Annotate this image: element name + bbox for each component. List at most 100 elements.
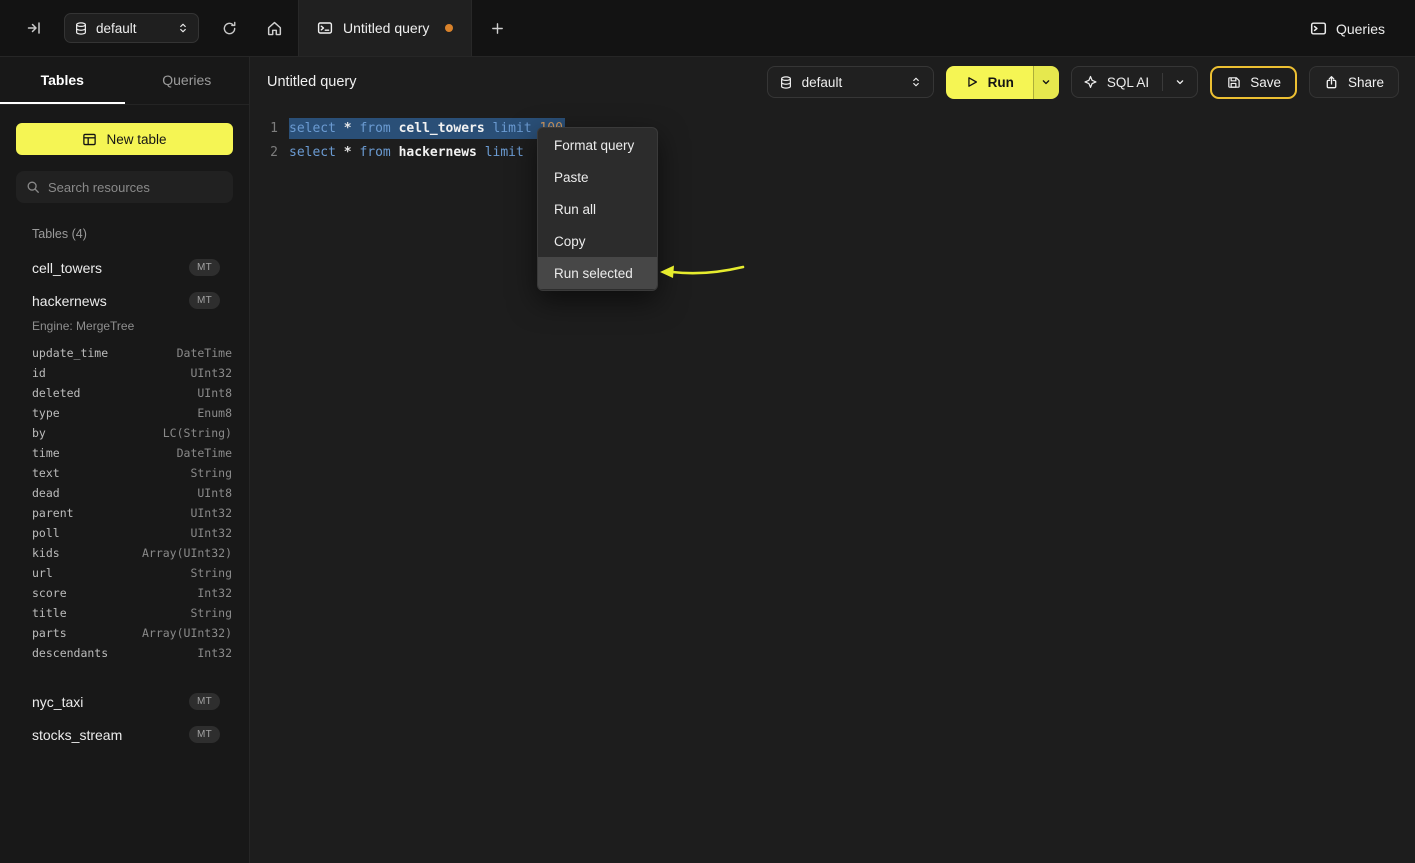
table-row-hackernews[interactable]: hackernews MT xyxy=(0,284,249,317)
column-type: DateTime xyxy=(177,446,232,460)
share-button[interactable]: Share xyxy=(1309,66,1399,98)
share-icon xyxy=(1324,75,1339,90)
code-line-1[interactable]: 1 select * from cell_towers limit 100 xyxy=(250,116,1415,140)
table-name: hackernews xyxy=(32,293,107,309)
new-tab-button[interactable] xyxy=(472,0,522,56)
column-row: descendants Int32 xyxy=(0,643,249,663)
new-table-button[interactable]: New table xyxy=(16,123,233,155)
run-button[interactable]: Run xyxy=(946,66,1033,99)
engine-badge: MT xyxy=(189,292,220,309)
column-type: String xyxy=(190,566,232,580)
queries-icon xyxy=(1310,20,1327,37)
context-menu-item[interactable]: Copy xyxy=(538,225,657,257)
save-button[interactable]: Save xyxy=(1210,66,1297,99)
column-type: UInt8 xyxy=(197,486,232,500)
code-text: select * from hackernews limit xyxy=(289,145,532,160)
column-type: Array(UInt32) xyxy=(142,626,232,640)
topbar-database-value: default xyxy=(96,21,169,36)
chevron-down-icon xyxy=(1040,76,1052,88)
topbar: default Untitled query xyxy=(0,0,1415,57)
database-selector[interactable]: default xyxy=(767,66,934,98)
context-menu-item[interactable]: Paste xyxy=(538,161,657,193)
column-name: poll xyxy=(32,526,60,540)
column-row: update_time DateTime xyxy=(0,343,249,363)
line-number: 1 xyxy=(250,121,278,136)
sql-editor[interactable]: 1 select * from cell_towers limit 100 2 … xyxy=(250,107,1415,863)
column-row: by LC(String) xyxy=(0,423,249,443)
header-actions: default Run SQL AI xyxy=(767,66,1399,99)
column-row: kids Array(UInt32) xyxy=(0,543,249,563)
column-name: type xyxy=(32,406,60,420)
topbar-left: default xyxy=(0,13,250,43)
column-row: dead UInt8 xyxy=(0,483,249,503)
column-type: UInt32 xyxy=(190,526,232,540)
engine-badge: MT xyxy=(189,259,220,276)
context-menu-item[interactable]: Run selected xyxy=(538,257,657,289)
tab-untitled-query[interactable]: Untitled query xyxy=(298,0,472,56)
run-options-button[interactable] xyxy=(1033,66,1059,99)
chevron-down-icon xyxy=(1174,76,1186,88)
save-icon xyxy=(1226,75,1241,90)
table-name: stocks_stream xyxy=(32,727,122,743)
topbar-database-selector[interactable]: default xyxy=(64,13,199,43)
column-name: parts xyxy=(32,626,67,640)
refresh-button[interactable] xyxy=(215,14,243,42)
database-icon xyxy=(74,21,88,36)
database-icon xyxy=(779,75,793,90)
query-header: Untitled query default Run xyxy=(250,57,1415,107)
column-row: time DateTime xyxy=(0,443,249,463)
database-selector-value: default xyxy=(802,75,901,90)
column-name: descendants xyxy=(32,646,108,660)
column-row: deleted UInt8 xyxy=(0,383,249,403)
sql-table-name: hackernews xyxy=(399,145,485,160)
column-name: url xyxy=(32,566,53,580)
sidebar-tab-tables[interactable]: Tables xyxy=(0,57,125,104)
new-table-label: New table xyxy=(106,132,166,147)
sql-keyword: from xyxy=(359,145,398,160)
sidebar-collapse-button[interactable] xyxy=(20,14,48,42)
tab-title: Untitled query xyxy=(343,20,429,36)
sql-star: * xyxy=(344,145,360,160)
column-row: text String xyxy=(0,463,249,483)
column-row: poll UInt32 xyxy=(0,523,249,543)
column-type: Int32 xyxy=(197,586,232,600)
column-row: score Int32 xyxy=(0,583,249,603)
column-type: UInt32 xyxy=(190,506,232,520)
table-row-stocks-stream[interactable]: stocks_stream MT xyxy=(0,718,249,751)
sidebar-tab-queries[interactable]: Queries xyxy=(125,57,250,104)
line-number: 2 xyxy=(250,145,278,160)
column-name: id xyxy=(32,366,46,380)
sql-keyword: limit xyxy=(493,121,540,136)
search-icon xyxy=(26,180,40,194)
code-line-2[interactable]: 2 select * from hackernews limit xyxy=(250,140,1415,164)
search-input[interactable] xyxy=(48,180,223,195)
divider xyxy=(1162,73,1163,91)
updown-chevron-icon xyxy=(177,21,189,35)
home-icon xyxy=(266,20,283,37)
column-type: Enum8 xyxy=(197,406,232,420)
column-row: id UInt32 xyxy=(0,363,249,383)
ai-sparkle-icon xyxy=(1083,75,1098,90)
tables-section-label: Tables (4) xyxy=(32,227,249,241)
search-box xyxy=(16,171,233,203)
column-name: parent xyxy=(32,506,74,520)
context-menu-item[interactable]: Format query xyxy=(538,129,657,161)
sidebar-collapse-icon xyxy=(26,20,42,36)
queries-button-label: Queries xyxy=(1336,21,1385,37)
column-name: time xyxy=(32,446,60,460)
plus-icon xyxy=(490,21,505,36)
column-type: Array(UInt32) xyxy=(142,546,232,560)
home-tab[interactable] xyxy=(250,0,298,56)
updown-chevron-icon xyxy=(910,75,922,89)
column-name: score xyxy=(32,586,67,600)
table-grid-icon xyxy=(82,132,97,147)
sidebar: Tables Queries New table Tables (4) cell… xyxy=(0,57,250,863)
table-row-nyc-taxi[interactable]: nyc_taxi MT xyxy=(0,685,249,718)
selection-highlight: select * from cell_towers limit 100 xyxy=(289,118,565,139)
context-menu-item[interactable]: Run all xyxy=(538,193,657,225)
table-row-cell-towers[interactable]: cell_towers MT xyxy=(0,251,249,284)
sql-ai-button[interactable]: SQL AI xyxy=(1071,66,1198,98)
engine-badge: MT xyxy=(189,726,220,743)
queries-button[interactable]: Queries xyxy=(1310,0,1385,57)
column-name: kids xyxy=(32,546,60,560)
